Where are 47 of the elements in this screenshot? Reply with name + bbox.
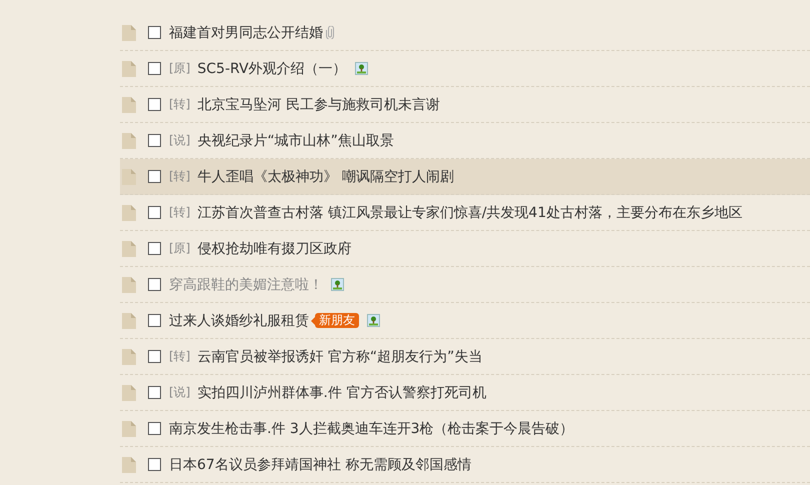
post-tag: [转] [169, 96, 190, 113]
post-title-link[interactable]: SC5-RV外观介绍（一） [197, 60, 347, 78]
document-icon [122, 168, 136, 184]
post-tag: [说] [169, 384, 190, 401]
post-tag: [说] [169, 132, 190, 149]
post-title-link[interactable]: 牛人歪唱《太极神功》 嘲讽隔空打人闹剧 [197, 168, 454, 186]
document-icon [122, 96, 136, 112]
checkbox[interactable] [148, 458, 161, 471]
checkbox[interactable] [148, 98, 161, 111]
document-icon [122, 312, 136, 328]
post-title-link[interactable]: 福建首对男同志公开结婚 [169, 24, 323, 42]
document-icon [122, 60, 136, 76]
post-title-link[interactable]: 央视纪录片“城市山林”焦山取景 [197, 132, 394, 150]
post-title-link[interactable]: 云南官员被举报诱奸 官方称“超朋友行为”失当 [197, 348, 482, 366]
checkbox[interactable] [148, 314, 161, 327]
post-title-link[interactable]: 日本67名议员参拜靖国神社 称无需顾及邻国感情 [169, 456, 472, 474]
checkbox[interactable] [148, 26, 161, 39]
document-icon [122, 348, 136, 364]
checkbox[interactable] [148, 350, 161, 363]
post-title-link[interactable]: 侵权抢劫唯有掇刀区政府 [197, 240, 352, 258]
checkbox[interactable] [148, 242, 161, 255]
post-title-link[interactable]: 过来人谈婚纱礼服租赁 [169, 312, 309, 330]
post-tag: [原] [169, 60, 190, 77]
post-tag: [转] [169, 204, 190, 221]
post-tag: [原] [169, 240, 190, 257]
checkbox[interactable] [148, 170, 161, 183]
document-icon [122, 24, 136, 40]
post-title-link[interactable]: 北京宝马坠河 民工参与施救司机未言谢 [197, 96, 440, 114]
document-icon [122, 384, 136, 400]
checkbox[interactable] [148, 386, 161, 399]
post-title-link[interactable]: 南京发生枪击事.件 3人拦截奥迪车连开3枪（枪击案于今晨告破） [169, 420, 574, 438]
checkbox[interactable] [148, 62, 161, 75]
checkbox[interactable] [148, 134, 161, 147]
checkbox[interactable] [148, 206, 161, 219]
document-icon [122, 456, 136, 472]
post-title-link[interactable]: 江苏首次普查古村落 镇江风景最让专家们惊喜/共发现41处古村落，主要分布在东乡地区 [197, 204, 742, 222]
document-icon [122, 204, 136, 220]
post-title-link[interactable]: 实拍四川泸州群体事.件 官方否认警察打死司机 [197, 384, 486, 402]
document-icon [122, 276, 136, 292]
checkbox[interactable] [148, 422, 161, 435]
document-icon [122, 420, 136, 436]
post-row[interactable]: [转] 牛人歪唱《太极神功》 嘲讽隔空打人闹剧 [120, 159, 810, 195]
checkbox[interactable] [148, 278, 161, 291]
post-tag: [转] [169, 168, 190, 185]
post-tag: [转] [169, 348, 190, 365]
document-icon [122, 132, 136, 148]
document-icon [122, 240, 136, 256]
